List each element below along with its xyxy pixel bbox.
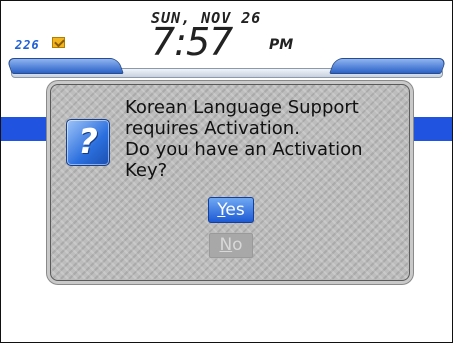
clock-time: 7:57 [151,20,233,64]
dialog-message: Korean Language Support requires Activat… [125,97,415,181]
dock-left-wing [6,58,124,74]
dialog-message-line: requires Activation. [125,118,300,139]
home-dock [1,58,452,84]
dialog-message-line: Do you have an Activation [125,139,363,160]
question-icon: ? [66,119,110,166]
device-screen: SUN, NOV 26 7:57 PM 226 ? Korean Languag… [0,0,453,343]
no-mnemonic: N [219,235,233,255]
dialog-message-line: Korean Language Support [125,97,359,118]
message-count: 226 [15,38,40,52]
no-button[interactable]: No [209,233,253,258]
yes-label-rest: es [225,200,245,220]
no-label-rest: o [232,235,243,255]
activation-dialog: ? Korean Language Support requires Activ… [50,84,410,281]
envelope-icon [52,37,65,48]
dock-right-wing [329,58,447,74]
clock-ampm: PM [269,37,294,53]
yes-button[interactable]: Yes [208,197,254,223]
dialog-message-line: Key? [125,160,168,181]
question-icon-glyph: ? [78,122,98,162]
